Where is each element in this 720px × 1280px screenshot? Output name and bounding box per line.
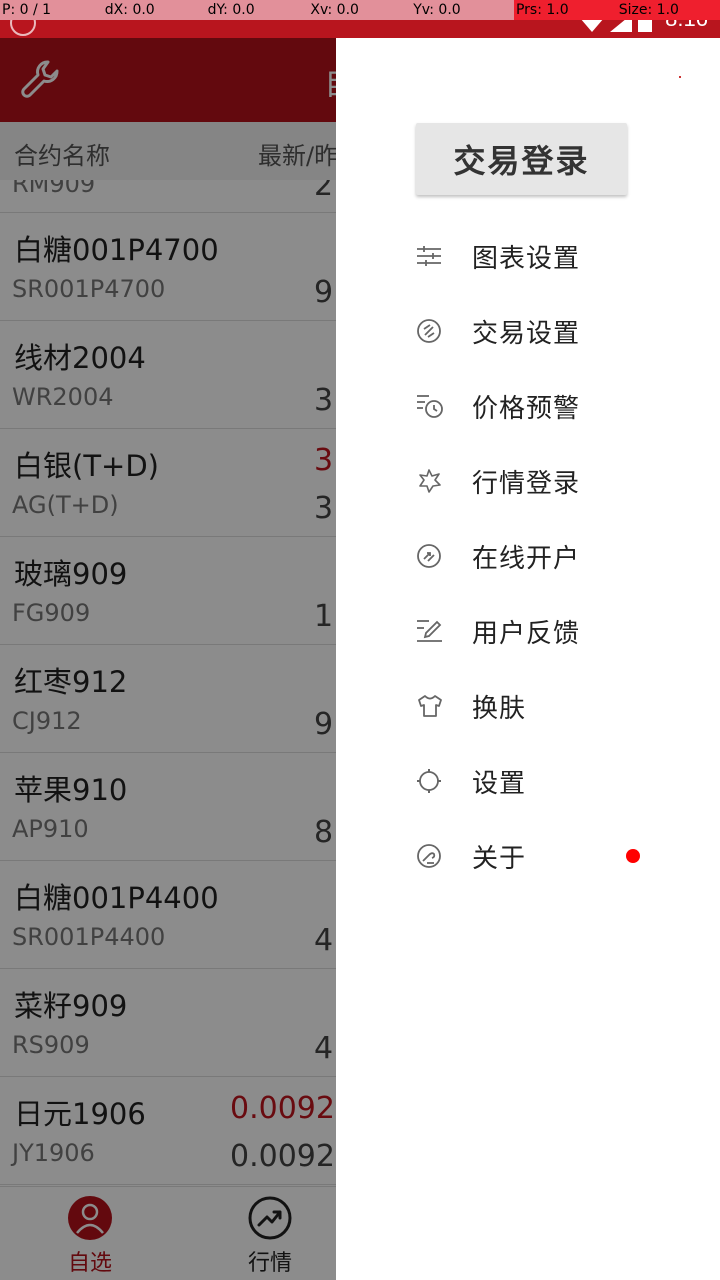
menu-item-label: 图表设置	[472, 243, 581, 274]
menu-item-label: 行情登录	[472, 468, 581, 499]
shirt-icon	[416, 691, 472, 721]
trade-icon	[416, 316, 472, 346]
menu-item-label: 换肤	[472, 693, 527, 724]
sliders-icon	[416, 241, 472, 271]
menu-item-skin[interactable]: 换肤	[416, 676, 646, 736]
menu-item-chart-settings[interactable]: 图表设置	[416, 226, 646, 286]
menu-item-about[interactable]: 关于	[416, 826, 646, 886]
delta-x: dX: 0.0	[104, 2, 155, 18]
menu-item-label: 用户反馈	[472, 618, 581, 649]
about-icon	[416, 841, 472, 871]
menu-item-open-account[interactable]: 在线开户	[416, 526, 646, 586]
corner-mark	[679, 76, 681, 78]
delta-y: dY: 0.0	[207, 2, 255, 18]
menu-item-quote-login[interactable]: 行情登录	[416, 451, 646, 511]
menu-item-label: 在线开户	[472, 543, 581, 574]
menu-item-settings[interactable]: 设置	[416, 751, 646, 811]
open-account-icon	[416, 541, 472, 571]
menu-item-label: 交易设置	[472, 318, 581, 349]
status-bar: 8:16	[0, 6, 720, 38]
feedback-icon	[416, 616, 472, 646]
menu-item-trade-settings[interactable]: 交易设置	[416, 301, 646, 361]
menu-item-price-alert[interactable]: 价格预警	[416, 376, 646, 436]
pointer-location-bar: P: 0 / 1 dX: 0.0 dY: 0.0 Xv: 0.0 Yv: 0.0…	[0, 0, 720, 20]
new-badge-dot	[626, 849, 640, 863]
size-readout: Size: 1.0	[616, 0, 720, 20]
velocity-y: Yv: 0.0	[413, 2, 461, 18]
alarm-icon	[416, 391, 472, 421]
gear-icon	[416, 766, 472, 796]
menu-item-label: 关于	[472, 843, 527, 874]
menu-item-label: 设置	[472, 768, 527, 799]
menu-item-label: 价格预警	[472, 393, 581, 424]
menu-item-feedback[interactable]: 用户反馈	[416, 601, 646, 661]
pointer-count: P: 0 / 1	[2, 2, 52, 18]
pressure: Prs: 1.0	[513, 0, 617, 20]
navigation-drawer: 交易登录 图表设置 交易设置 价格预警 行情登录 在线开户 用户反馈 换肤 设置…	[336, 38, 720, 1280]
velocity-x: Xv: 0.0	[310, 2, 359, 18]
trade-login-button[interactable]: 交易登录	[416, 123, 627, 195]
quote-login-icon	[416, 466, 472, 496]
